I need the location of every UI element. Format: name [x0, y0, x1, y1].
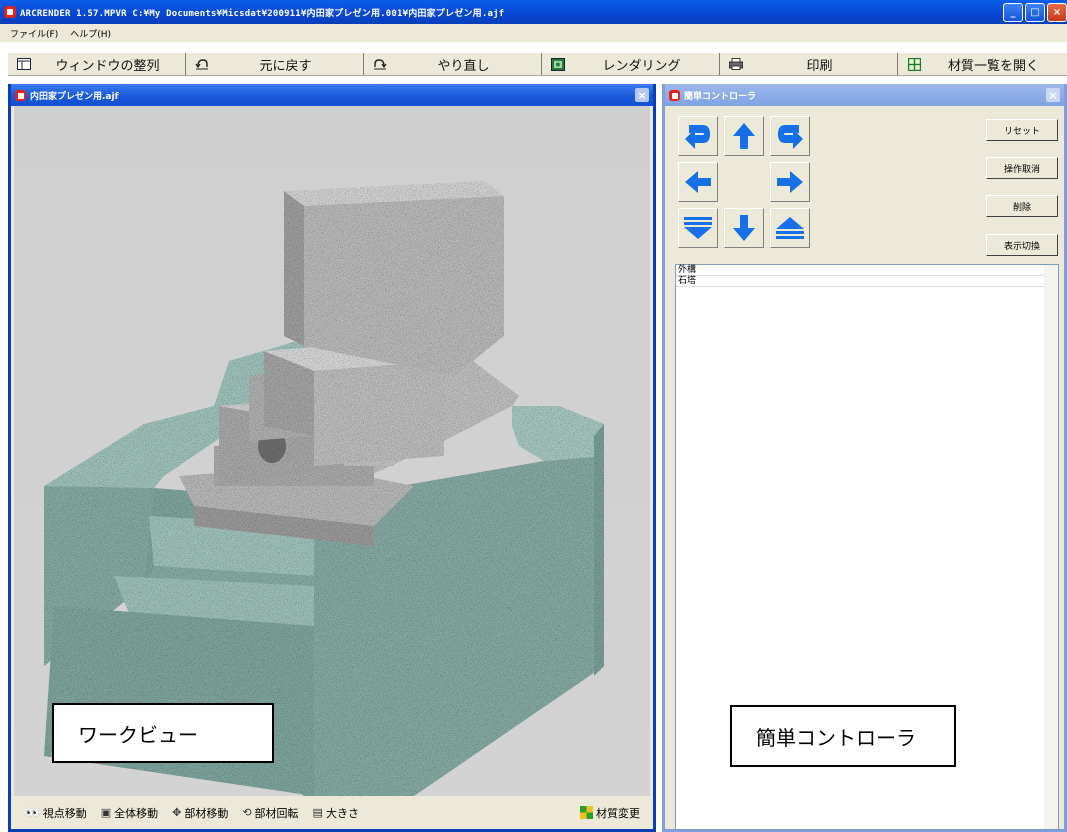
list-item[interactable]: 石塔 — [676, 276, 1052, 287]
controller-body: リセット 操作取消 削除 表示切換 外構 石塔 簡単コントローラ — [668, 106, 1064, 830]
menu-help[interactable]: ヘルプ(H) — [70, 27, 111, 40]
window-title: ARCRENDER 1.57.MPVR C:¥My Documents¥Mics… — [20, 8, 505, 19]
down-button[interactable] — [724, 208, 764, 248]
size-icon: ▤ — [312, 806, 323, 819]
menu-bar: ファイル(F) ヘルプ(H) — [0, 24, 1067, 42]
print-label: 印刷 — [806, 58, 833, 74]
rotate-part-label: 部材回転 — [254, 806, 299, 820]
render-icon — [550, 57, 566, 71]
right-button[interactable] — [770, 162, 810, 202]
material-icon — [580, 806, 593, 819]
list-item[interactable]: 外構 — [676, 265, 1052, 276]
parts-list[interactable]: 外構 石塔 簡単コントローラ — [675, 264, 1059, 830]
window-controls: _ □ × — [1003, 3, 1067, 22]
move-up-layer-button[interactable] — [770, 208, 810, 248]
controller-window: 簡単コントローラ × リセット 操作取消 削除 表示切換 外構 石塔 簡単コント… — [662, 84, 1067, 832]
maximize-button[interactable]: □ — [1025, 3, 1045, 22]
windows-icon — [16, 57, 32, 71]
arrange-windows-button[interactable]: ウィンドウの整列 — [8, 53, 186, 75]
app-icon — [4, 6, 16, 18]
view-move-tool[interactable]: 👀 視点移動 — [26, 805, 87, 821]
undo-label: 元に戻す — [259, 58, 312, 74]
3d-viewport[interactable]: ワークビュー — [14, 106, 650, 796]
move-part-tool[interactable]: ✥ 部材移動 — [172, 805, 228, 821]
render-button[interactable]: レンダリング — [542, 53, 720, 75]
controller-titlebar[interactable]: 簡単コントローラ × — [665, 84, 1064, 106]
move-all-tool[interactable]: ▣ 全体移動 — [101, 805, 158, 821]
render-label: レンダリング — [602, 58, 681, 74]
toggle-display-button[interactable]: 表示切換 — [986, 234, 1058, 256]
work-view-titlebar[interactable]: 内田家プレゼン用.ajf × — [11, 84, 653, 106]
move-part-icon: ✥ — [172, 806, 182, 819]
material-change-label: 材質変更 — [596, 806, 640, 820]
size-tool[interactable]: ▤ 大きさ — [313, 805, 359, 821]
app-icon — [15, 89, 26, 101]
controller-title: 簡単コントローラ — [684, 91, 757, 102]
delete-button[interactable]: 削除 — [986, 195, 1058, 217]
view-tools-bar: 👀 視点移動 ▣ 全体移動 ✥ 部材移動 ⟲ 部材回転 ▤ 大きさ 材質変更 — [14, 796, 650, 829]
size-label: 大きさ — [325, 806, 359, 820]
move-all-label: 全体移動 — [114, 806, 159, 820]
redo-label: やり直し — [437, 58, 490, 74]
undo-icon — [194, 57, 210, 71]
redo-button[interactable]: やり直し — [364, 53, 542, 75]
move-all-icon: ▣ — [100, 806, 112, 819]
arrow-pad — [678, 116, 810, 248]
reset-button[interactable]: リセット — [986, 119, 1058, 141]
arrow-left-icon — [685, 171, 711, 193]
left-button[interactable] — [678, 162, 718, 202]
close-icon[interactable]: × — [1046, 88, 1060, 102]
undo-operation-button[interactable]: 操作取消 — [986, 157, 1058, 179]
chevrons-up-icon — [776, 217, 804, 239]
arrange-windows-label: ウィンドウの整列 — [55, 58, 160, 74]
rotate-left-button[interactable] — [678, 116, 718, 156]
rotate-part-tool[interactable]: ⟲ 部材回転 — [242, 805, 298, 821]
chevrons-down-icon — [684, 217, 712, 239]
app-icon — [669, 89, 680, 101]
arrow-up-icon — [733, 123, 755, 149]
move-down-layer-button[interactable] — [678, 208, 718, 248]
rotate-left-icon — [685, 125, 710, 149]
open-materials-button[interactable]: 材質一覧を開く — [898, 53, 1067, 75]
up-button[interactable] — [724, 116, 764, 156]
print-button[interactable]: 印刷 — [720, 53, 898, 75]
work-view-window: 内田家プレゼン用.ajf × ワークビュー 👀 視点移動 ▣ 全体移動 ✥ 部材… — [8, 84, 656, 832]
work-view-title: 内田家プレゼン用.ajf — [30, 91, 119, 102]
grid-icon — [906, 57, 922, 71]
controller-annotation: 簡単コントローラ — [730, 705, 956, 767]
toolbar: ウィンドウの整列 元に戻す やり直し レンダリング 印刷 材質一覧を開く — [8, 52, 1067, 76]
gravestone-model — [44, 181, 604, 796]
title-bar[interactable]: ARCRENDER 1.57.MPVR C:¥My Documents¥Mics… — [0, 0, 1067, 24]
close-icon[interactable]: × — [635, 88, 649, 102]
printer-icon — [728, 57, 744, 71]
rotate-right-icon — [778, 125, 803, 149]
redo-icon — [372, 57, 388, 71]
app-window: ARCRENDER 1.57.MPVR C:¥My Documents¥Mics… — [0, 0, 1067, 832]
arrow-right-icon — [777, 171, 803, 193]
work-view-annotation: ワークビュー — [52, 703, 274, 763]
open-materials-label: 材質一覧を開く — [947, 58, 1039, 74]
view-move-label: 視点移動 — [42, 806, 87, 820]
rotate-right-button[interactable] — [770, 116, 810, 156]
close-button[interactable]: × — [1047, 3, 1067, 22]
menu-file[interactable]: ファイル(F) — [10, 27, 58, 40]
eye-icon: 👀 — [26, 806, 40, 819]
material-change-tool[interactable]: 材質変更 — [580, 805, 640, 821]
rotate-icon: ⟲ — [242, 806, 252, 819]
undo-button[interactable]: 元に戻す — [186, 53, 364, 75]
move-part-label: 部材移動 — [184, 806, 229, 820]
minimize-button[interactable]: _ — [1003, 3, 1023, 22]
arrow-down-icon — [733, 215, 755, 241]
list-scrollbar[interactable] — [1044, 265, 1058, 829]
